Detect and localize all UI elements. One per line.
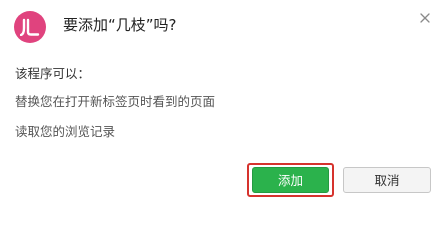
jizhi-logo-icon [14,11,46,43]
permissions-list: 替换您在打开新标签页时看到的页面 读取您的浏览记录 [15,94,215,154]
permissions-heading: 该程序可以： [15,66,91,81]
dialog-title: 要添加“几枝”吗? [63,16,177,34]
close-button[interactable] [415,8,435,28]
close-icon [420,13,430,23]
permission-item: 替换您在打开新标签页时看到的页面 [15,94,216,109]
cancel-button[interactable]: 取消 [343,167,431,193]
add-extension-dialog: 要添加“几枝”吗? 该程序可以： 替换您在打开新标签页时看到的页面 读取您的浏览… [0,0,446,210]
permission-item: 读取您的浏览记录 [15,124,116,139]
add-button[interactable]: 添加 [252,167,329,193]
